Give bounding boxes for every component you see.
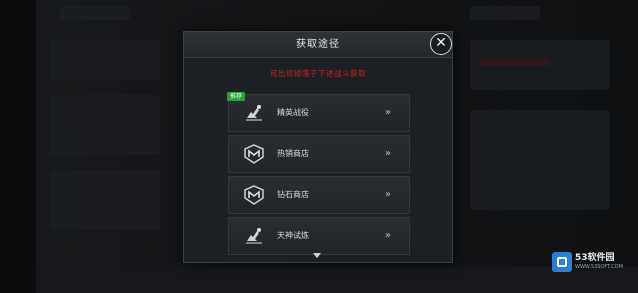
watermark-logo-icon <box>552 252 572 272</box>
scroll-down-icon[interactable] <box>313 253 321 258</box>
background-left-strip <box>0 0 36 293</box>
chevron-double-right-icon: » <box>384 107 391 118</box>
background-bottom-bar <box>36 267 638 293</box>
source-item-god-trial[interactable]: 天神试炼 » <box>228 217 410 255</box>
watermark-url: WWW.53SOFT.COM <box>575 264 623 270</box>
recommend-badge: 推荐 <box>227 92 246 101</box>
background-panel <box>50 95 160 155</box>
background-red-text <box>480 60 550 66</box>
shop-emblem-icon <box>243 184 265 206</box>
dialog-subtitle: 可出现掉落于下述战斗获取 <box>270 69 366 78</box>
source-item-label: 精英战役 <box>277 108 309 117</box>
background-panel <box>50 170 160 230</box>
chevron-double-right-icon: » <box>384 148 391 159</box>
background-tab <box>470 6 540 20</box>
source-item-elite-campaign[interactable]: 推荐 精英战役 » <box>227 92 410 132</box>
watermark: 53软件园 WWW.53SOFT.COM <box>552 250 632 274</box>
source-item-hot-shop[interactable]: 热销商店 » <box>228 135 410 173</box>
acquisition-dialog: 获取途径 可出现掉落于下述战斗获取 推荐 精英战役 » 热销商店 » 钻石商店 … <box>183 31 453 263</box>
source-item-label: 钻石商店 <box>277 190 309 199</box>
close-button[interactable]: ✕ <box>430 33 452 55</box>
background-panel <box>470 110 610 210</box>
battle-hand-icon <box>243 225 265 247</box>
source-list: 推荐 精英战役 » 热销商店 » 钻石商店 » 天神试炼 » <box>227 92 410 258</box>
background-panel <box>50 40 160 80</box>
source-item-label: 热销商店 <box>277 149 309 158</box>
dialog-title: 获取途径 <box>184 32 452 58</box>
battle-hand-icon <box>243 102 265 124</box>
chevron-double-right-icon: » <box>384 189 391 200</box>
source-item-label: 天神试炼 <box>277 231 309 240</box>
shop-emblem-icon <box>243 143 265 165</box>
background-tab <box>60 6 130 20</box>
source-item-diamond-shop[interactable]: 钻石商店 » <box>228 176 410 214</box>
watermark-name: 53软件园 <box>575 253 615 263</box>
chevron-double-right-icon: » <box>384 230 391 241</box>
